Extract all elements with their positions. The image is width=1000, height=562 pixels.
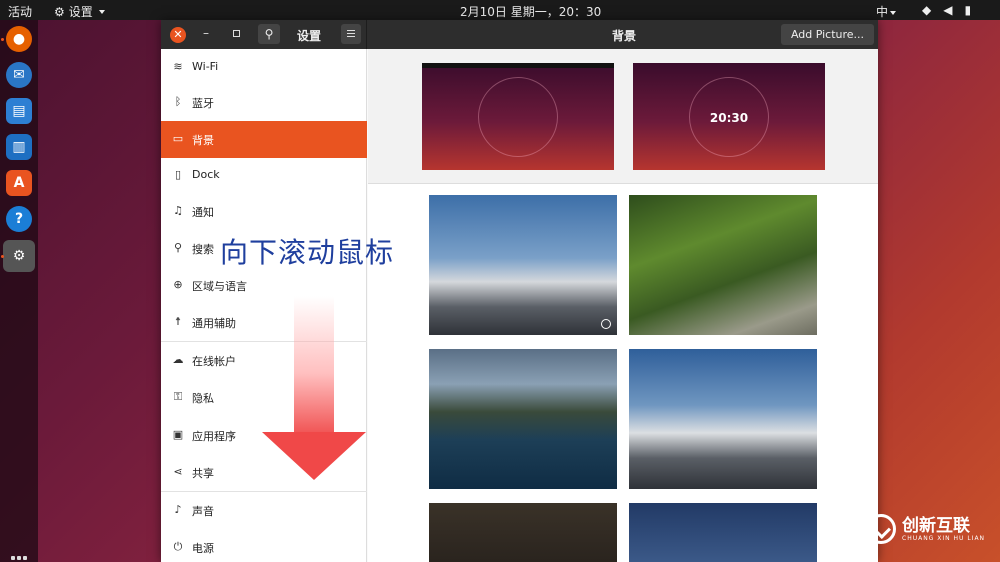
sidebar-item-notifications[interactable]: ♫ 通知	[161, 193, 367, 230]
maximize-button[interactable]	[233, 30, 240, 37]
sidebar-item-bluetooth[interactable]: ᛒ 蓝牙	[161, 84, 367, 121]
sidebar-item-background[interactable]: ▭ 背景	[161, 121, 367, 158]
sidebar-title: 设置	[297, 29, 322, 43]
cloud-icon: ☁	[172, 353, 184, 366]
sidebar-item-label: 蓝牙	[192, 97, 214, 110]
sidebar-item-label: 搜索	[192, 243, 214, 256]
show-applications-icon[interactable]	[11, 556, 27, 562]
watermark-subtext: CHUANG XIN HU LIAN	[902, 534, 986, 542]
sidebar-item-privacy[interactable]: ⚿ 隐私	[161, 379, 367, 416]
music-note-icon: ♪	[174, 503, 182, 516]
chevron-down-icon	[98, 9, 105, 14]
files-icon[interactable]: ▤	[6, 98, 32, 124]
current-backgrounds: 20:30	[368, 49, 878, 184]
bell-icon: ♫	[173, 204, 183, 217]
share-icon: ⋖	[173, 465, 183, 478]
writer-icon[interactable]: ▥	[6, 134, 32, 160]
firefox-icon[interactable]: ●	[6, 26, 32, 52]
sidebar-item-label: 通知	[192, 206, 214, 219]
background-icon: ▭	[172, 132, 184, 145]
sidebar-item-accessibility[interactable]: ☨ 通用辅助	[161, 304, 367, 341]
page-title: 背景	[612, 29, 637, 43]
chevron-down-icon	[890, 10, 897, 15]
add-picture-button[interactable]: Add Picture...	[781, 24, 874, 45]
power-icon: ⏻	[173, 540, 183, 553]
background-panel: 20:30	[368, 49, 878, 562]
top-bar: 活动 ⚙ 设置 2月10日 星期一，20：30 中 ◆ ◀ ▮	[0, 0, 1000, 20]
globe-icon: ⊕	[173, 278, 183, 291]
sidebar-item-label: 区域与语言	[192, 280, 247, 293]
wallpaper-thumbnail[interactable]	[429, 503, 617, 562]
ubuntu-mascot-outline	[478, 77, 558, 157]
settings-window: ✕ – ⚲ 设置 背景 Add Picture... ≋ Wi-Fi ᛒ 蓝牙 ▭ 背…	[161, 20, 878, 562]
sidebar-item-label: 通用辅助	[192, 317, 236, 330]
network-icon: ◆	[922, 3, 932, 17]
wifi-icon: ≋	[173, 60, 183, 73]
header-bar: ✕ – ⚲ 设置 背景 Add Picture...	[161, 20, 878, 49]
app-menu-label: 设置	[68, 5, 93, 19]
wallpaper-thumbnail[interactable]	[429, 349, 617, 489]
sidebar-item-label: 共享	[192, 467, 214, 480]
sidebar-item-region-language[interactable]: ⊕ 区域与语言	[161, 267, 367, 304]
sidebar-item-label: 声音	[192, 505, 214, 518]
watermark-text: 创新互联	[902, 515, 970, 536]
watermark: 创新互联 CHUANG XIN HU LIAN	[866, 514, 985, 544]
scroll-hint-text: 向下滚动鼠标	[220, 236, 395, 269]
running-indicator	[1, 255, 4, 258]
sidebar-item-label: 隐私	[192, 392, 214, 405]
lock-screen-time: 20:30	[709, 111, 749, 125]
running-indicator	[1, 38, 4, 41]
down-arrow-shaft	[294, 296, 334, 436]
selected-check-icon	[601, 319, 611, 329]
gear-icon: ⚙	[54, 4, 65, 19]
down-arrow-icon	[262, 432, 366, 480]
lock-screen-preview[interactable]: 20:30	[633, 63, 825, 170]
sidebar-header: ✕ – ⚲ 设置	[161, 20, 367, 49]
activities-button[interactable]: 活动	[8, 3, 32, 20]
search-icon: ⚲	[173, 241, 183, 254]
sidebar-item-label: Dock	[192, 168, 220, 181]
desktop-background-preview[interactable]	[422, 63, 614, 170]
sidebar-item-online-accounts[interactable]: ☁ 在线帐户	[161, 342, 367, 379]
dock-icon: ▯	[174, 168, 182, 181]
watermark-logo-icon	[866, 514, 896, 544]
sidebar-item-power[interactable]: ⏻ 电源	[161, 529, 367, 562]
volume-icon: ◀	[943, 3, 953, 17]
sidebar-item-label: Wi-Fi	[192, 60, 219, 73]
search-button[interactable]: ⚲	[258, 24, 280, 44]
sidebar-item-dock[interactable]: ▯ Dock	[161, 157, 367, 194]
clock[interactable]: 2月10日 星期一，20：30	[460, 3, 601, 20]
wallpaper-thumbnail[interactable]	[629, 349, 817, 489]
software-icon[interactable]: A	[6, 170, 32, 196]
system-menu[interactable]: ◆ ◀ ▮	[922, 3, 971, 17]
wallpaper-thumbnail[interactable]	[629, 503, 817, 562]
input-method-indicator[interactable]: 中	[876, 3, 897, 20]
bluetooth-icon: ᛒ	[174, 95, 182, 108]
preview-top-panel	[422, 63, 614, 68]
minimize-button[interactable]: –	[203, 26, 209, 40]
wallpaper-thumbnail[interactable]	[629, 195, 817, 335]
accessibility-icon: ☨	[175, 315, 181, 328]
sidebar-item-label: 应用程序	[192, 430, 236, 443]
thunderbird-icon[interactable]: ✉	[6, 62, 32, 88]
sidebar-item-label: 背景	[192, 134, 214, 147]
sidebar-item-label: 在线帐户	[192, 355, 236, 368]
help-icon[interactable]: ?	[6, 206, 32, 232]
apps-icon: ▣	[172, 428, 184, 441]
wallpaper-thumbnail[interactable]	[429, 195, 617, 335]
lock-icon: ⚿	[173, 390, 183, 403]
hamburger-menu-button[interactable]	[341, 24, 361, 44]
settings-icon[interactable]: ⚙	[3, 240, 35, 272]
search-icon: ⚲	[264, 27, 274, 41]
battery-icon: ▮	[964, 3, 972, 17]
sidebar-item-sound[interactable]: ♪ 声音	[161, 492, 367, 529]
sidebar-item-label: 电源	[192, 542, 214, 555]
ime-label: 中	[876, 5, 889, 19]
sidebar-item-wifi[interactable]: ≋ Wi-Fi	[161, 49, 367, 86]
settings-sidebar: ≋ Wi-Fi ᛒ 蓝牙 ▭ 背景 ▯ Dock ♫ 通知 ⚲ 搜索 ⊕ 区域与语言 ☨ 通用辅…	[161, 49, 367, 562]
app-menu[interactable]: ⚙ 设置	[54, 3, 105, 20]
close-button[interactable]: ✕	[170, 27, 186, 43]
dock: ● ✉ ▤ ▥ A ? ⚙	[0, 20, 38, 562]
